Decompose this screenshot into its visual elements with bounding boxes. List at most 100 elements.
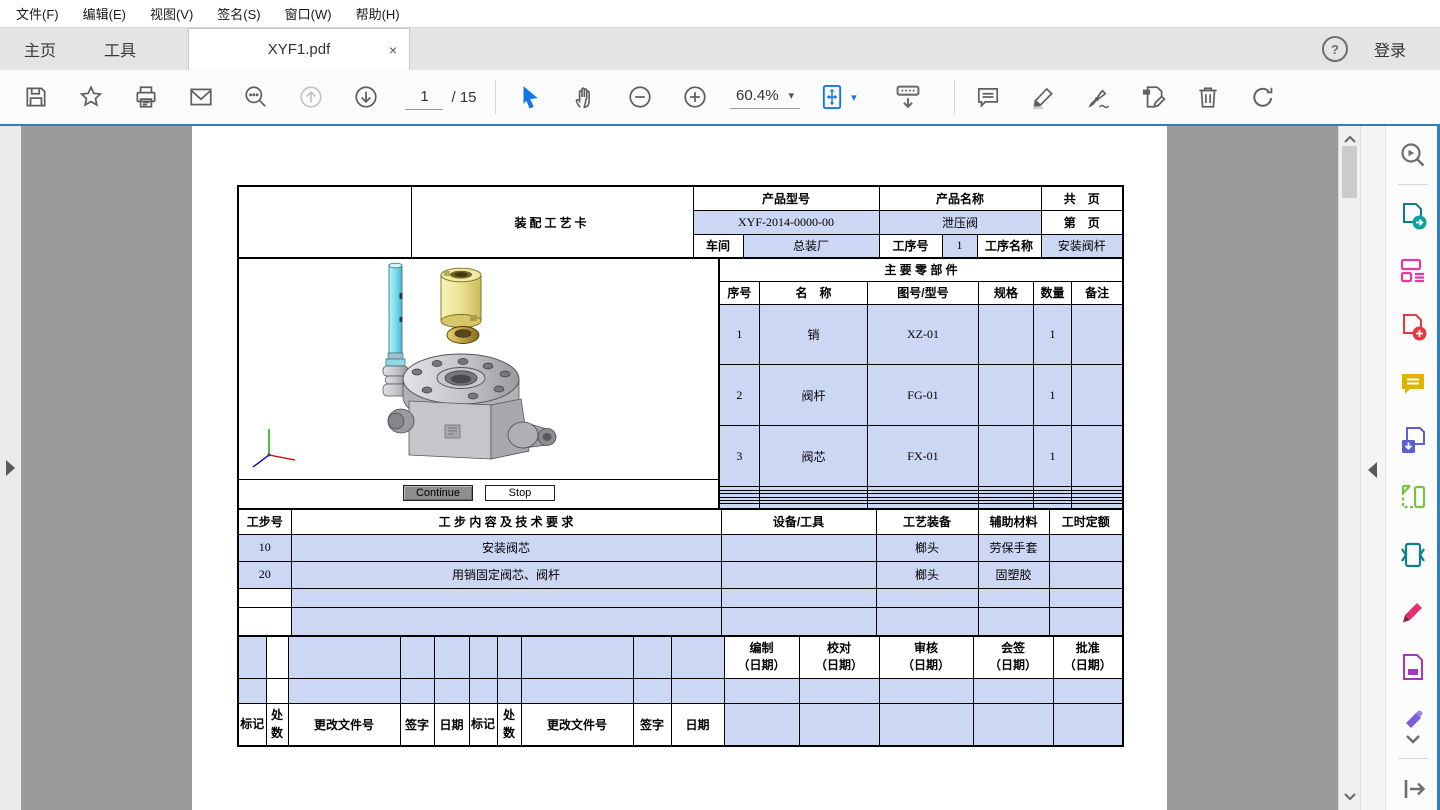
part-name-field[interactable]: 阀芯 — [759, 426, 868, 487]
continue-button[interactable]: Continue — [403, 485, 473, 501]
email-button[interactable] — [173, 84, 228, 110]
search-button[interactable] — [228, 84, 283, 110]
zoom-out-button[interactable] — [612, 84, 667, 110]
create-pdf-icon[interactable] — [1398, 312, 1428, 342]
step-no-field[interactable]: 10 — [238, 534, 291, 561]
approved-field[interactable] — [1053, 678, 1123, 703]
part-note-field[interactable] — [1072, 304, 1123, 365]
part-note-field[interactable] — [1072, 365, 1123, 426]
comment-tool-icon[interactable] — [1398, 369, 1428, 399]
step-no-field[interactable]: 20 — [238, 561, 291, 588]
part-spec-field[interactable] — [978, 304, 1033, 365]
more-tools-pen-icon[interactable] — [1398, 705, 1428, 729]
product-model-field[interactable]: XYF-2014-0000-00 — [693, 210, 879, 234]
countersign-field[interactable] — [973, 678, 1053, 703]
more-tools-chevron-icon[interactable] — [1398, 732, 1428, 748]
save-button[interactable] — [8, 84, 63, 110]
part-spec-field[interactable] — [978, 426, 1033, 487]
proofread-field[interactable] — [799, 678, 879, 703]
part-qty-field[interactable]: 1 — [1033, 365, 1071, 426]
part-name-field[interactable]: 阀杆 — [759, 365, 868, 426]
comment-icon — [975, 84, 1001, 110]
delete-page-button[interactable] — [1181, 84, 1236, 110]
collapse-tools-panel-icon[interactable] — [1368, 462, 1377, 478]
hand-tool-button[interactable] — [557, 84, 612, 110]
part-name-field[interactable]: 销 — [759, 304, 868, 365]
combine-files-icon[interactable] — [1398, 425, 1428, 455]
expand-tools-panel-icon[interactable] — [1398, 774, 1428, 804]
compress-pdf-icon[interactable] — [1398, 540, 1428, 570]
part-qty-field[interactable]: 1 — [1033, 426, 1071, 487]
fit-page-control[interactable]: ▾ — [818, 83, 857, 111]
crop-pages-icon[interactable] — [1398, 482, 1428, 512]
menu-window[interactable]: 窗口(W) — [273, 4, 344, 23]
page-number-input[interactable] — [405, 85, 443, 110]
next-page-button[interactable] — [338, 84, 393, 110]
search-tools-icon[interactable] — [1398, 141, 1428, 171]
left-panel-strip — [0, 126, 21, 810]
part-seq-field[interactable]: 2 — [719, 365, 759, 426]
help-icon[interactable]: ? — [1322, 36, 1348, 62]
page-up-icon — [298, 84, 324, 110]
part-qty-field[interactable]: 1 — [1033, 304, 1071, 365]
scroll-down-icon[interactable] — [1342, 788, 1358, 804]
product-name-field[interactable]: 泄压阀 — [879, 210, 1041, 234]
comment-button[interactable] — [961, 84, 1016, 110]
fill-and-sign-icon[interactable] — [1398, 596, 1428, 626]
assembly-3d-view[interactable]: Continue Stop — [237, 257, 720, 510]
zoom-in-button[interactable] — [667, 84, 722, 110]
menu-sign[interactable]: 签名(S) — [205, 4, 272, 23]
tab-document[interactable]: XYF1.pdf × — [188, 28, 410, 70]
process-name-field[interactable]: 安装阀杆 — [1041, 234, 1123, 258]
highlight-button[interactable] — [1016, 84, 1071, 110]
part-model-field[interactable]: XZ-01 — [868, 304, 979, 365]
part-seq-field[interactable]: 1 — [719, 304, 759, 365]
close-tab-icon[interactable]: × — [389, 42, 397, 58]
print-button[interactable] — [118, 84, 173, 110]
zoom-level-control[interactable]: 60.4% ▾ — [730, 85, 800, 109]
star-button[interactable] — [63, 84, 118, 110]
part-model-field[interactable]: FX-01 — [868, 426, 979, 487]
reviewed-field[interactable] — [879, 678, 973, 703]
organize-pages-icon[interactable] — [1398, 255, 1428, 285]
edit-page-button[interactable] — [1126, 84, 1181, 110]
step-equipment-field[interactable] — [721, 561, 876, 588]
select-tool-button[interactable] — [502, 84, 557, 110]
step-aux-field[interactable]: 固塑胶 — [978, 561, 1049, 588]
protect-pdf-icon[interactable] — [1398, 652, 1428, 682]
part-seq-field[interactable]: 3 — [719, 426, 759, 487]
menu-edit[interactable]: 编辑(E) — [71, 4, 138, 23]
parts-table: 主 要 零 部 件 序号 名 称 图号/型号 规格 数量 备注 1 销 XZ-0… — [718, 257, 1124, 510]
export-pdf-icon[interactable] — [1398, 201, 1428, 231]
vertical-scrollbar[interactable] — [1338, 126, 1360, 810]
menu-file[interactable]: 文件(F) — [4, 4, 71, 23]
document-viewport[interactable]: 装配工艺卡 产品型号 产品名称 共 页 XYF-2014-0000-00 泄压阀… — [0, 126, 1440, 810]
stop-button[interactable]: Stop — [485, 485, 555, 501]
step-quota-field[interactable] — [1049, 534, 1123, 561]
compiled-field[interactable] — [724, 678, 799, 703]
previous-page-button[interactable] — [283, 84, 338, 110]
part-spec-field[interactable] — [978, 365, 1033, 426]
part-model-field[interactable]: FG-01 — [868, 365, 979, 426]
expand-navigation-pane-icon[interactable] — [6, 460, 15, 476]
menu-view[interactable]: 视图(V) — [138, 4, 205, 23]
process-no-field[interactable]: 1 — [942, 234, 977, 258]
rotate-page-button[interactable] — [1236, 84, 1291, 110]
step-content-field[interactable]: 安装阀芯 — [291, 534, 721, 561]
retaining-ring — [447, 327, 479, 344]
sign-button[interactable] — [1071, 84, 1126, 111]
menu-help[interactable]: 帮助(H) — [344, 4, 412, 23]
workshop-field[interactable]: 总装厂 — [743, 234, 879, 258]
scrollbar-thumb[interactable] — [1342, 146, 1357, 198]
step-equipment-field[interactable] — [721, 534, 876, 561]
part-note-field[interactable] — [1072, 426, 1123, 487]
step-aux-field[interactable]: 劳保手套 — [978, 534, 1049, 561]
tab-home[interactable]: 主页 — [0, 28, 80, 70]
step-content-field[interactable]: 用销固定阀芯、阀杆 — [291, 561, 721, 588]
login-button[interactable]: 登录 — [1374, 37, 1406, 61]
toolbar-toggle-button[interactable] — [881, 82, 936, 112]
step-quota-field[interactable] — [1049, 561, 1123, 588]
step-tooling-field[interactable]: 榔头 — [876, 561, 978, 588]
step-tooling-field[interactable]: 榔头 — [876, 534, 978, 561]
tab-tools[interactable]: 工具 — [80, 28, 160, 70]
